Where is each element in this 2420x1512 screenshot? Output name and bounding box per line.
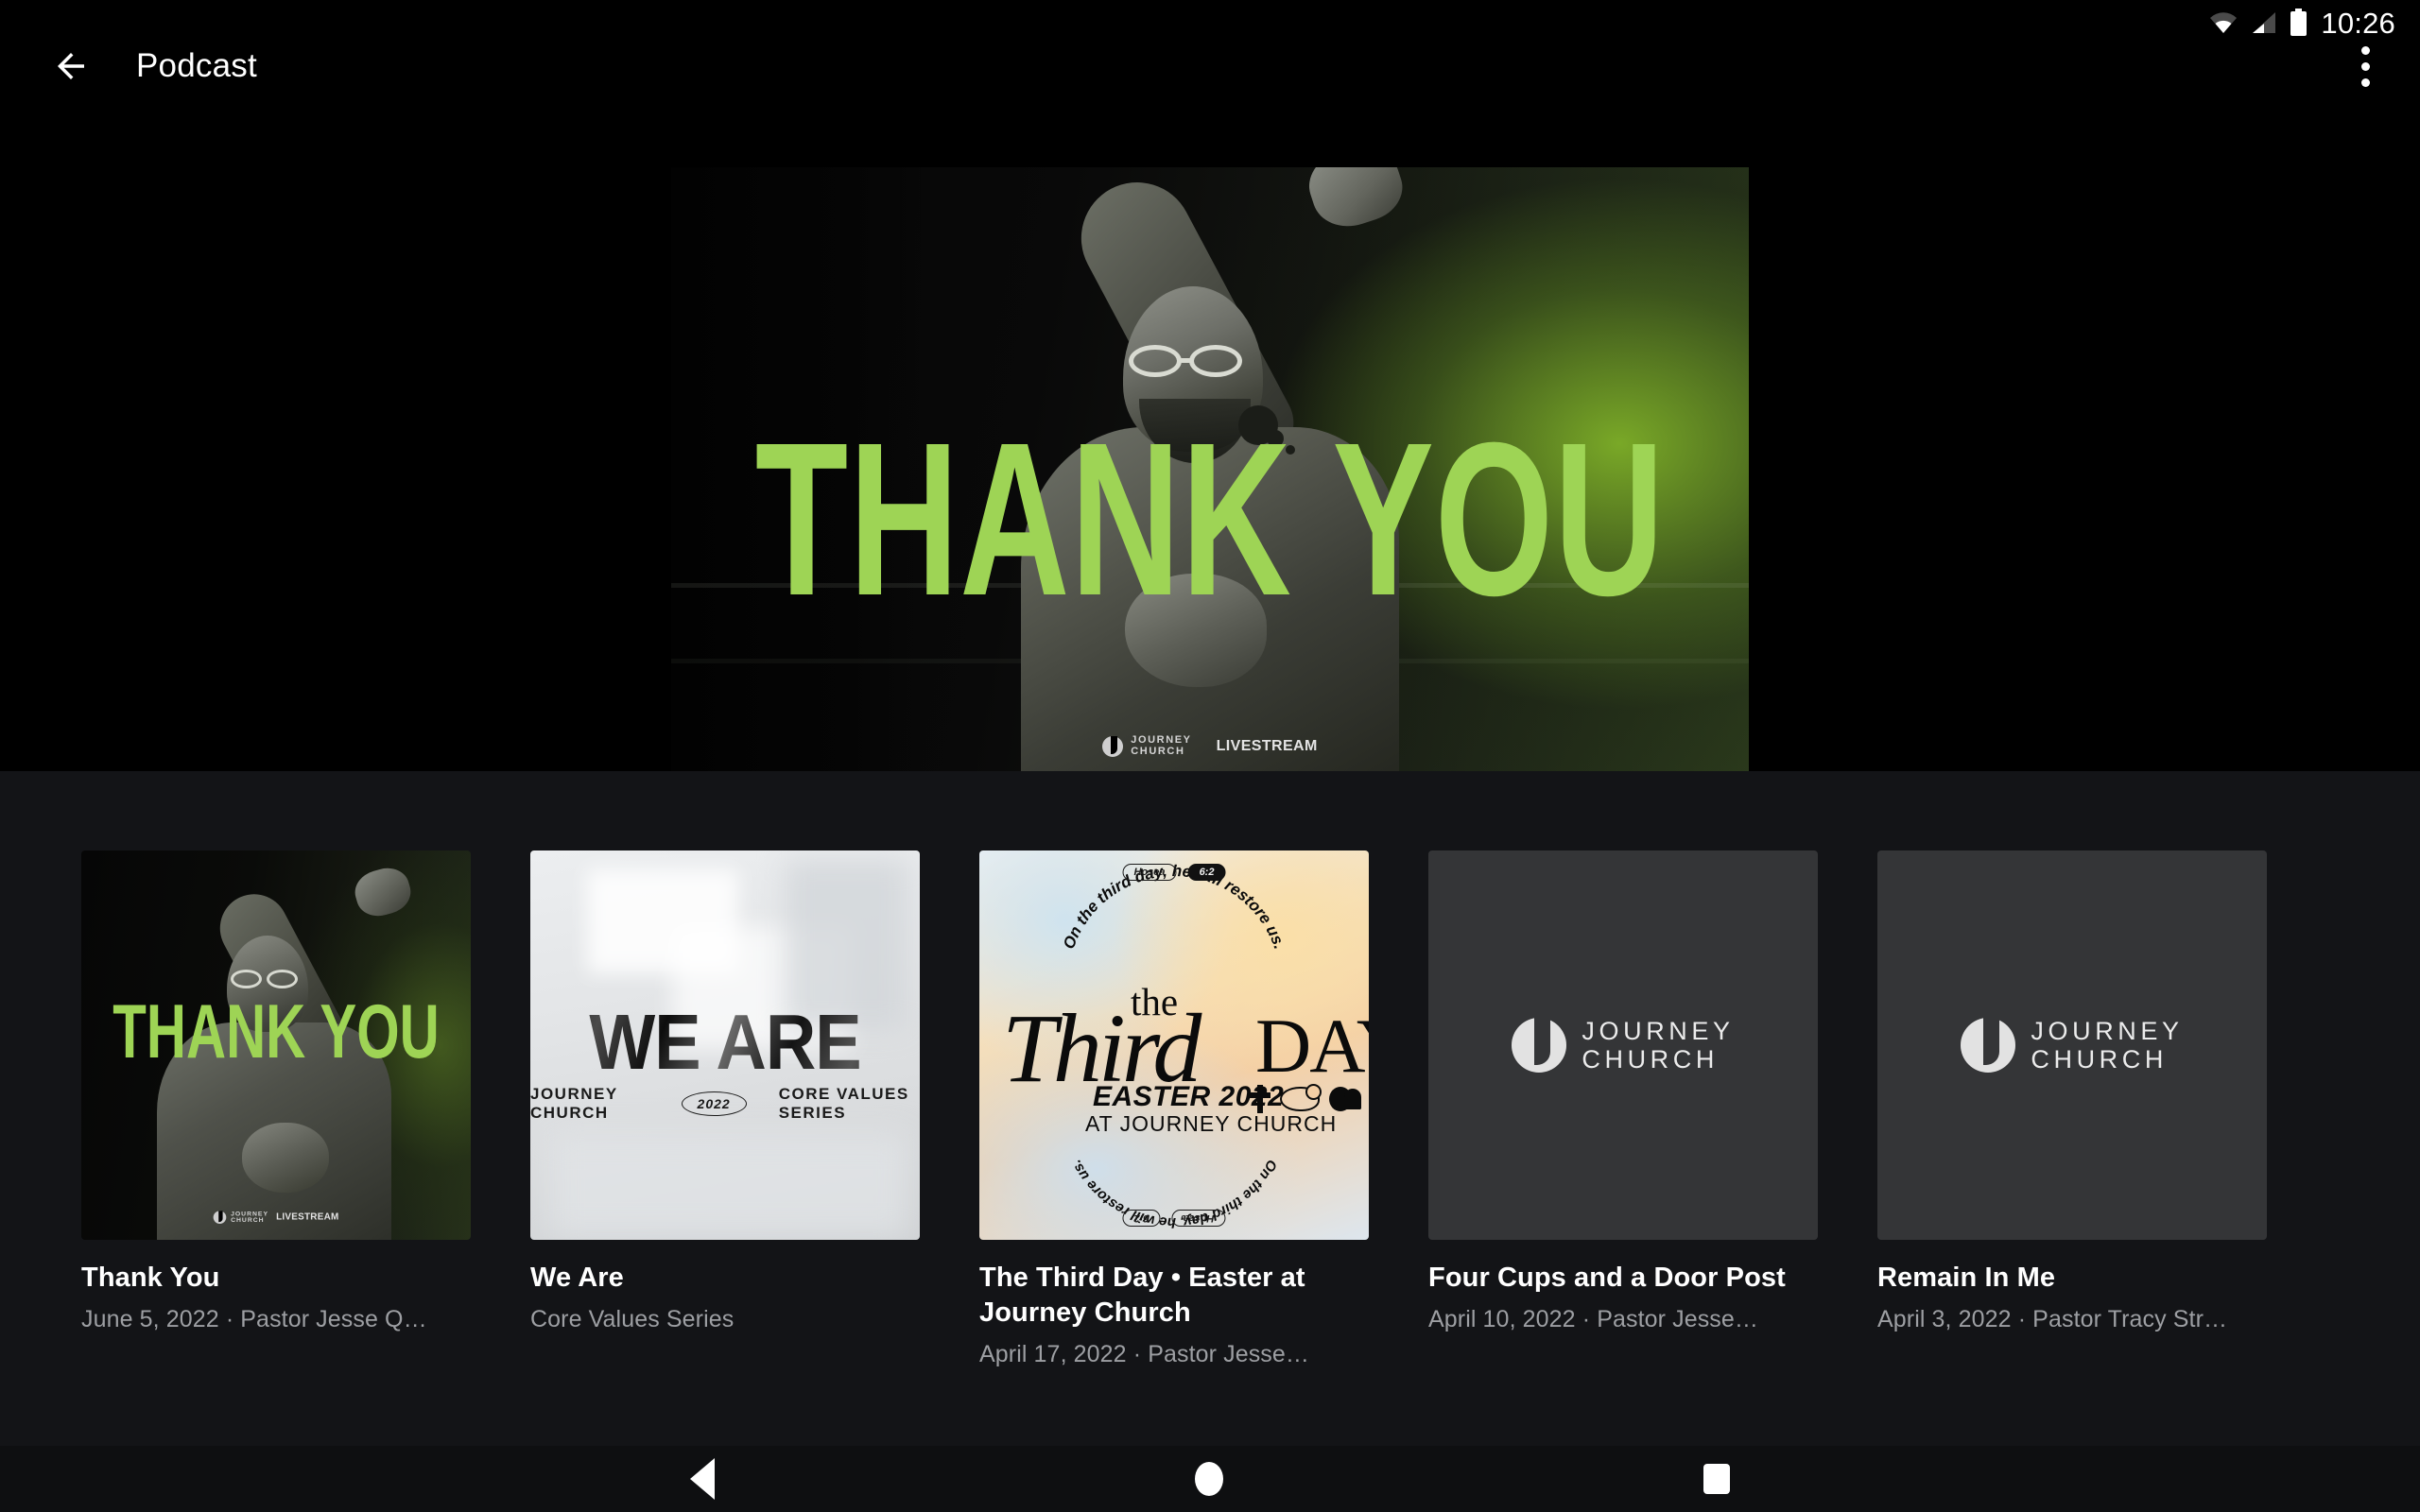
episode-title: Remain In Me [1877,1263,2056,1293]
app-screen: 10:26 Podcast THANK YOU JOURNEY CHURCH L… [0,0,2420,1512]
hero-livestream-label: LIVESTREAM [1216,737,1318,754]
thumb-badge-book: Hosea [1171,1210,1226,1227]
nav-recents-square-icon[interactable] [1703,1464,1730,1494]
more-vert-icon [2360,61,2370,71]
episode-title: Four Cups and a Door Post [1428,1263,1786,1293]
journey-church-mark-icon [1961,1018,2016,1073]
hero-region: THANK YOU JOURNEY CHURCH LIVESTREAM [0,98,2420,771]
hero-logo-line2: CHURCH [1131,745,1185,757]
journey-church-mark-icon [1102,735,1124,757]
thumb-logo-line1: JOURNEY [1582,1016,1735,1045]
episode-title: We Are [530,1263,624,1293]
episode-subtitle: April 17, 2022 · Pastor Jesse… [979,1341,1309,1368]
episode-card[interactable]: WE ARE JOURNEY CHURCH 2022 CORE VALUES S… [530,850,920,1370]
more-vert-icon [2360,45,2370,55]
episode-thumbnail[interactable]: WE ARE JOURNEY CHURCH 2022 CORE VALUES S… [530,850,920,1240]
nav-back-triangle-icon[interactable] [690,1458,715,1500]
episode-subtitle: April 3, 2022 · Pastor Tracy Str… [1877,1306,2228,1333]
thumb-badge-book: Hosea [1122,864,1177,881]
episode-subtitle: April 10, 2022 · Pastor Jesse… [1428,1306,1758,1333]
page-title: Podcast [136,47,257,84]
journey-church-mark-icon [213,1211,227,1225]
nav-home-circle-icon[interactable] [1195,1462,1223,1496]
journey-church-mark-icon [1512,1018,1567,1073]
thumb-livestream-label: LIVESTREAM [276,1211,339,1223]
episode-card[interactable]: THANK YOU JOURNEY CHURCH LIVESTREAM Than… [81,850,471,1370]
lamb-icon [1280,1084,1322,1111]
thumb-badge-verse: 6:2 [1187,864,1226,881]
episode-card[interactable]: JOURNEY CHURCH Remain In Me April 3, 202… [1877,850,2267,1370]
overflow-menu-button[interactable] [2335,36,2395,96]
thumb-symbol-icons [1250,1084,1361,1113]
thumb-headline: THANK YOU [112,989,440,1075]
hero-logo: JOURNEY CHURCH LIVESTREAM [671,734,1749,757]
hero-logo-line1: JOURNEY [1131,734,1192,747]
battery-icon [2290,9,2308,36]
journey-church-logo: JOURNEY CHURCH [1961,1017,2183,1074]
thumb-year-badge: 2022 [681,1091,747,1116]
episode-list-region: THANK YOU JOURNEY CHURCH LIVESTREAM Than… [0,771,2420,1446]
thumb-logo-line2: CHURCH [231,1216,265,1225]
episode-card[interactable]: JOURNEY CHURCH Four Cups and a Door Post… [1428,850,1818,1370]
tomb-icon [1329,1087,1361,1111]
episode-thumbnail[interactable]: JOURNEY CHURCH [1877,850,2267,1240]
thumb-logo: JOURNEY CHURCH LIVESTREAM [155,1211,396,1225]
more-vert-icon [2360,77,2370,87]
thumb-caption-row: JOURNEY CHURCH 2022 CORE VALUES SERIES [530,1085,920,1123]
journey-church-logo: JOURNEY CHURCH [1512,1017,1734,1074]
thumb-at-line: AT JOURNEY CHURCH [1085,1111,1338,1136]
thumb-logo-line1: JOURNEY [2031,1016,2184,1045]
back-arrow-icon [58,53,84,79]
wifi-icon [2210,12,2238,33]
android-navigation-bar [0,1446,2420,1512]
thumb-logo-line2: CHURCH [1582,1045,1719,1074]
cellular-signal-icon [2253,12,2276,33]
thumb-script-day: DAY [1255,1003,1369,1089]
thumb-left-label: JOURNEY CHURCH [530,1085,618,1122]
journey-church-logo: JOURNEY CHURCH [1102,734,1192,757]
back-button[interactable] [38,36,104,96]
episode-subtitle: June 5, 2022 · Pastor Jesse Q… [81,1306,427,1333]
episode-card-row: THANK YOU JOURNEY CHURCH LIVESTREAM Than… [81,850,2267,1370]
episode-thumbnail[interactable]: JOURNEY CHURCH [1428,850,1818,1240]
hero-artwork[interactable]: THANK YOU JOURNEY CHURCH LIVESTREAM [671,167,1749,771]
status-bar-clock: 10:26 [2321,6,2395,40]
thumb-right-label: CORE VALUES SERIES [778,1085,909,1122]
thumb-logo-line2: CHURCH [2031,1045,2168,1074]
episode-subtitle: Core Values Series [530,1306,735,1333]
status-icon-group [2208,9,2308,37]
thumb-scripture-badges: Hosea 6:2 [1122,1210,1226,1227]
thumb-badge-verse: 6:2 [1122,1210,1161,1227]
episode-title: The Third Day • Easter at Journey Church [979,1263,1305,1329]
hero-headline: THANK YOU [754,398,1666,643]
thumb-scripture-badges: Hosea 6:2 [1122,864,1226,881]
episode-card[interactable]: On the third day, he will restore us. On… [979,850,1369,1370]
episode-thumbnail[interactable]: On the third day, he will restore us. On… [979,850,1369,1240]
episode-thumbnail[interactable]: THANK YOU JOURNEY CHURCH LIVESTREAM [81,850,471,1240]
cross-icon [1250,1085,1270,1113]
thumb-headline: WE ARE [530,1003,920,1082]
app-bar: Podcast [0,36,2420,96]
episode-title: Thank You [81,1263,220,1293]
